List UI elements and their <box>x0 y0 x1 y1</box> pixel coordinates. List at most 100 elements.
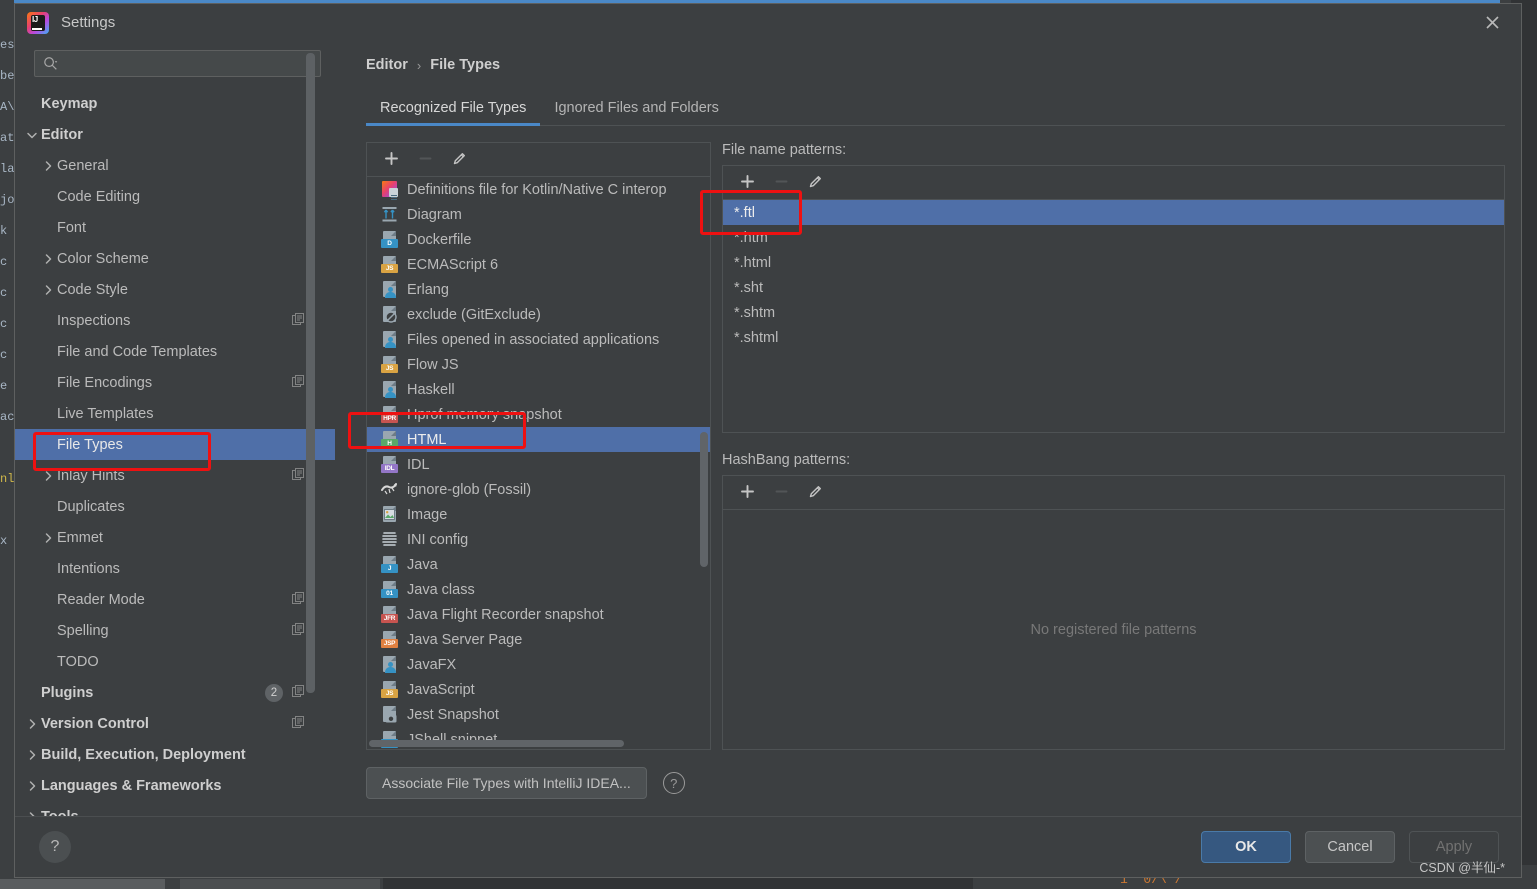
file-name-pattern-row[interactable]: *.sht <box>723 275 1504 300</box>
file-types-vertical-scrollbar[interactable] <box>700 432 708 567</box>
sidebar-item-color-scheme[interactable]: Color Scheme <box>15 243 335 274</box>
file-name-pattern-row[interactable]: *.shtml <box>723 325 1504 350</box>
sidebar-item-languages-frameworks[interactable]: Languages & Frameworks <box>15 770 335 801</box>
chevron-down-icon[interactable] <box>23 128 41 142</box>
chevron-right-icon[interactable] <box>23 717 41 731</box>
cancel-button[interactable]: Cancel <box>1305 831 1395 863</box>
file-type-label: IDL <box>407 456 430 473</box>
chevron-right-icon[interactable] <box>39 469 57 483</box>
sidebar-item-label: Inlay Hints <box>57 467 125 484</box>
file-type-row[interactable]: Haskell <box>367 377 710 402</box>
copy-settings-icon[interactable] <box>292 374 305 391</box>
sidebar-item-reader-mode[interactable]: Reader Mode <box>15 584 335 615</box>
file-type-row[interactable]: Diagram <box>367 202 710 227</box>
sidebar-item-code-editing[interactable]: Code Editing <box>15 181 335 212</box>
file-type-row[interactable]: H HTML <box>367 427 710 452</box>
file-type-row[interactable]: Files opened in associated applications <box>367 327 710 352</box>
search-icon <box>43 56 58 71</box>
file-type-row[interactable]: Image <box>367 502 710 527</box>
chevron-right-icon[interactable] <box>39 252 57 266</box>
sidebar-item-general[interactable]: General <box>15 150 335 181</box>
file-type-row[interactable]: Erlang <box>367 277 710 302</box>
sidebar-scrollbar[interactable] <box>306 53 315 693</box>
sidebar-item-keymap[interactable]: Keymap <box>15 88 335 119</box>
copy-settings-icon[interactable] <box>292 622 305 639</box>
file-type-row[interactable]: JSP Java Server Page <box>367 627 710 652</box>
chevron-right-icon[interactable] <box>23 779 41 793</box>
copy-settings-icon[interactable] <box>292 684 305 701</box>
ok-button[interactable]: OK <box>1201 831 1291 863</box>
tab-recognized-file-types[interactable]: Recognized File Types <box>366 94 541 126</box>
sidebar-item-inlay-hints[interactable]: Inlay Hints <box>15 460 335 491</box>
sidebar-item-live-templates[interactable]: Live Templates <box>15 398 335 429</box>
copy-settings-icon[interactable] <box>292 591 305 608</box>
sidebar-item-todo[interactable]: TODO <box>15 646 335 677</box>
breadcrumb-parent[interactable]: Editor <box>366 57 408 73</box>
sidebar-item-editor[interactable]: Editor <box>15 119 335 150</box>
copy-settings-icon[interactable] <box>292 715 305 732</box>
file-name-pattern-row[interactable]: *.htm <box>723 225 1504 250</box>
file-type-row[interactable]: JavaFX <box>367 652 710 677</box>
sidebar-item-file-encodings[interactable]: File Encodings <box>15 367 335 398</box>
file-name-pattern-row[interactable]: *.shtm <box>723 300 1504 325</box>
copy-settings-icon[interactable] <box>292 467 305 484</box>
file-type-row[interactable]: JS Flow JS <box>367 352 710 377</box>
hashbang-patterns-list[interactable]: No registered file patterns <box>723 510 1504 749</box>
file-types-list[interactable]: Definitions file for Kotlin/Native C int… <box>367 177 710 749</box>
file-type-row[interactable]: Jest Snapshot <box>367 702 710 727</box>
file-type-row[interactable]: Definitions file for Kotlin/Native C int… <box>367 177 710 202</box>
sidebar-item-plugins[interactable]: Plugins 2 <box>15 677 335 708</box>
sidebar-item-intentions[interactable]: Intentions <box>15 553 335 584</box>
file-type-row[interactable]: exclude (GitExclude) <box>367 302 710 327</box>
file-type-label: Java Server Page <box>407 631 523 648</box>
edit-hashbang-button[interactable] <box>801 480 829 506</box>
file-type-row[interactable]: JFR Java Flight Recorder snapshot <box>367 602 710 627</box>
edit-pattern-button[interactable] <box>801 170 829 196</box>
associate-file-types-button[interactable]: Associate File Types with IntelliJ IDEA.… <box>366 767 647 799</box>
sidebar-item-version-control[interactable]: Version Control <box>15 708 335 739</box>
sidebar-item-file-types[interactable]: File Types <box>15 429 335 460</box>
sidebar-item-code-style[interactable]: Code Style <box>15 274 335 305</box>
sidebar-item-tools[interactable]: Tools <box>15 801 335 816</box>
add-file-type-button[interactable] <box>377 147 405 173</box>
file-name-pattern-row[interactable]: *.html <box>723 250 1504 275</box>
file-types-horizontal-scrollbar[interactable] <box>369 740 624 747</box>
chevron-right-icon[interactable] <box>39 531 57 545</box>
edit-file-type-button[interactable] <box>445 147 473 173</box>
file-name-patterns-list[interactable]: *.ftl *.htm *.html *.sht *.shtm *.shtml <box>723 200 1504 432</box>
file-type-row[interactable]: JS JavaScript <box>367 677 710 702</box>
sidebar-item-font[interactable]: Font <box>15 212 335 243</box>
sidebar-item-spelling[interactable]: Spelling <box>15 615 335 646</box>
person-file-icon <box>381 331 398 348</box>
sidebar-item-emmet[interactable]: Emmet <box>15 522 335 553</box>
file-type-row[interactable]: D Dockerfile <box>367 227 710 252</box>
help-button[interactable]: ? <box>39 831 71 863</box>
chevron-right-icon[interactable] <box>23 748 41 762</box>
question-mark-icon[interactable]: ? <box>662 772 685 794</box>
file-type-row[interactable]: JS ECMAScript 6 <box>367 252 710 277</box>
file-type-row[interactable]: 01 Java class <box>367 577 710 602</box>
chevron-right-icon[interactable] <box>39 159 57 173</box>
plus-icon <box>740 174 755 192</box>
file-type-row[interactable]: J Java <box>367 552 710 577</box>
close-icon[interactable] <box>1469 4 1515 41</box>
add-hashbang-button[interactable] <box>733 480 761 506</box>
sidebar-item-label: Languages & Frameworks <box>41 777 222 794</box>
minus-icon <box>774 174 789 192</box>
file-type-label: ignore-glob (Fossil) <box>407 481 532 498</box>
file-type-row[interactable]: INI config <box>367 527 710 552</box>
file-type-row[interactable]: ignore-glob (Fossil) <box>367 477 710 502</box>
sidebar-item-file-and-code-templates[interactable]: File and Code Templates <box>15 336 335 367</box>
kotlin-native-def-icon <box>381 181 398 198</box>
tab-ignored-files-and-folders[interactable]: Ignored Files and Folders <box>540 94 732 125</box>
file-type-row[interactable]: HPR Hprof memory snapshot <box>367 402 710 427</box>
file-name-pattern-row[interactable]: *.ftl <box>723 200 1504 225</box>
search-input[interactable] <box>34 50 321 77</box>
add-pattern-button[interactable] <box>733 170 761 196</box>
sidebar-item-build-execution-deployment[interactable]: Build, Execution, Deployment <box>15 739 335 770</box>
sidebar-item-duplicates[interactable]: Duplicates <box>15 491 335 522</box>
copy-settings-icon[interactable] <box>292 312 305 329</box>
file-type-row[interactable]: IDL IDL <box>367 452 710 477</box>
sidebar-item-inspections[interactable]: Inspections <box>15 305 335 336</box>
chevron-right-icon[interactable] <box>39 283 57 297</box>
